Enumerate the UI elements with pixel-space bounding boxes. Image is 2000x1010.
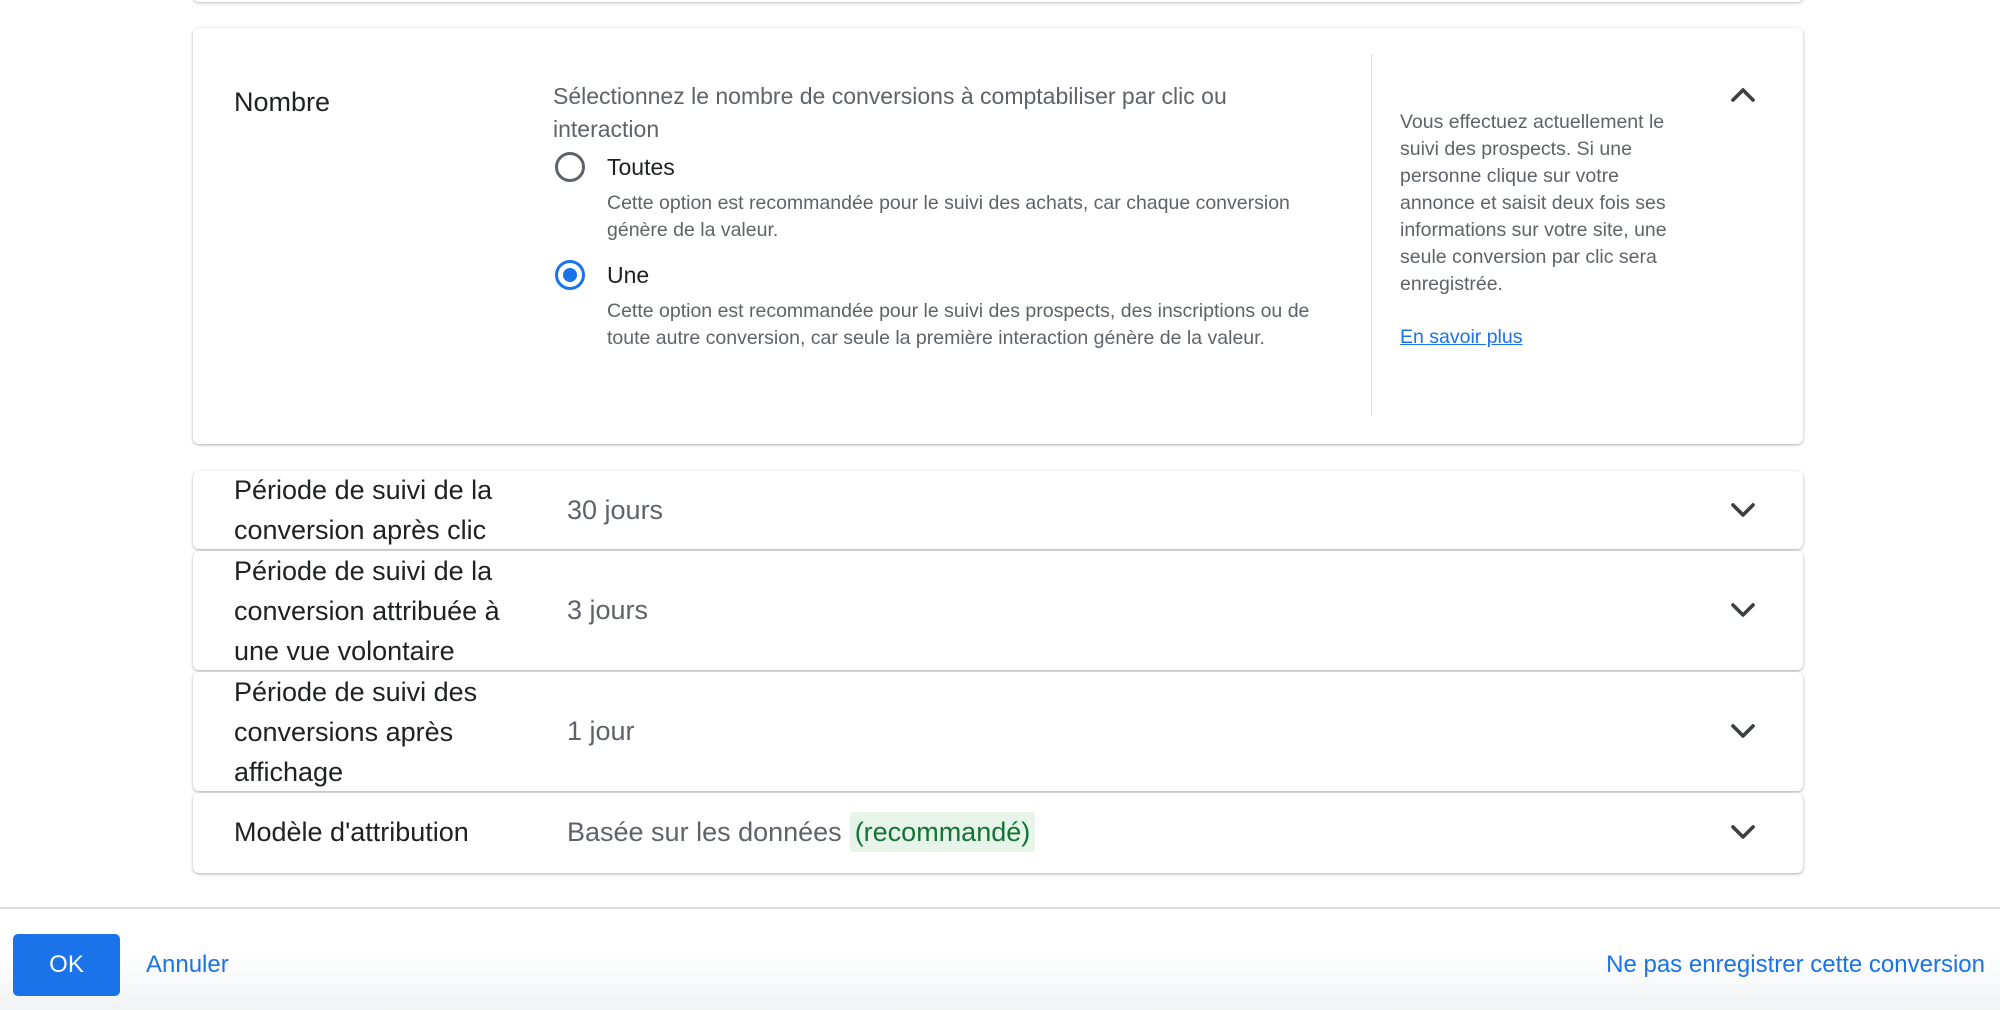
conversion-settings-page: Nombre Sélectionnez le nombre de convers… bbox=[0, 0, 2000, 1010]
recommended-badge: (recommandé) bbox=[849, 812, 1036, 852]
attribution-model-card[interactable]: Modèle d'attribution Basée sur les donné… bbox=[193, 793, 1803, 873]
attribution-model-value-text: Basée sur les données bbox=[567, 817, 842, 847]
chevron-down-icon[interactable] bbox=[1723, 590, 1763, 630]
radio-toutes[interactable] bbox=[555, 152, 585, 182]
chevron-down-icon[interactable] bbox=[1723, 490, 1763, 530]
click-through-window-title: Période de suivi de la conversion après … bbox=[234, 475, 493, 545]
view-through-window-title: Période de suivi des conversions après a… bbox=[234, 677, 478, 787]
engaged-view-window-card[interactable]: Période de suivi de la conversion attrib… bbox=[193, 551, 1803, 670]
attribution-model-title: Modèle d'attribution bbox=[234, 817, 469, 847]
view-through-window-card[interactable]: Période de suivi des conversions après a… bbox=[193, 672, 1803, 791]
count-section-description: Sélectionnez le nombre de conversions à … bbox=[553, 83, 1227, 142]
radio-une[interactable] bbox=[555, 260, 585, 290]
attribution-model-value: Basée sur les données (recommandé) bbox=[567, 812, 1036, 852]
chevron-down-icon[interactable] bbox=[1723, 711, 1763, 751]
engaged-view-window-title: Période de suivi de la conversion attrib… bbox=[234, 556, 500, 666]
ok-button[interactable]: OK bbox=[13, 934, 120, 996]
cancel-button[interactable]: Annuler bbox=[146, 934, 229, 996]
vertical-divider bbox=[1371, 54, 1372, 416]
count-section-card: Nombre Sélectionnez le nombre de convers… bbox=[193, 28, 1803, 444]
click-through-window-value: 30 jours bbox=[567, 495, 664, 525]
footer-action-bar: OK Annuler Ne pas enregistrer cette conv… bbox=[0, 907, 2000, 1010]
learn-more-link[interactable]: En savoir plus bbox=[1400, 324, 1522, 351]
view-through-window-value: 1 jour bbox=[567, 716, 635, 746]
previous-section-card bbox=[193, 0, 1803, 2]
count-section-title: Nombre bbox=[234, 87, 331, 117]
option-toutes-help: Cette option est recommandée pour le sui… bbox=[607, 192, 1290, 241]
chevron-up-icon[interactable] bbox=[1723, 75, 1763, 115]
chevron-down-icon[interactable] bbox=[1723, 812, 1763, 852]
option-toutes-label[interactable]: Toutes bbox=[607, 150, 675, 184]
engaged-view-window-value: 3 jours bbox=[567, 595, 649, 625]
option-une-label[interactable]: Une bbox=[607, 258, 649, 292]
click-through-window-card[interactable]: Période de suivi de la conversion après … bbox=[193, 471, 1803, 549]
discard-conversion-button[interactable]: Ne pas enregistrer cette conversion bbox=[1606, 934, 1985, 996]
option-une-help: Cette option est recommandée pour le sui… bbox=[607, 300, 1310, 349]
side-info-text: Vous effectuez actuellement le suivi des… bbox=[1400, 111, 1667, 295]
